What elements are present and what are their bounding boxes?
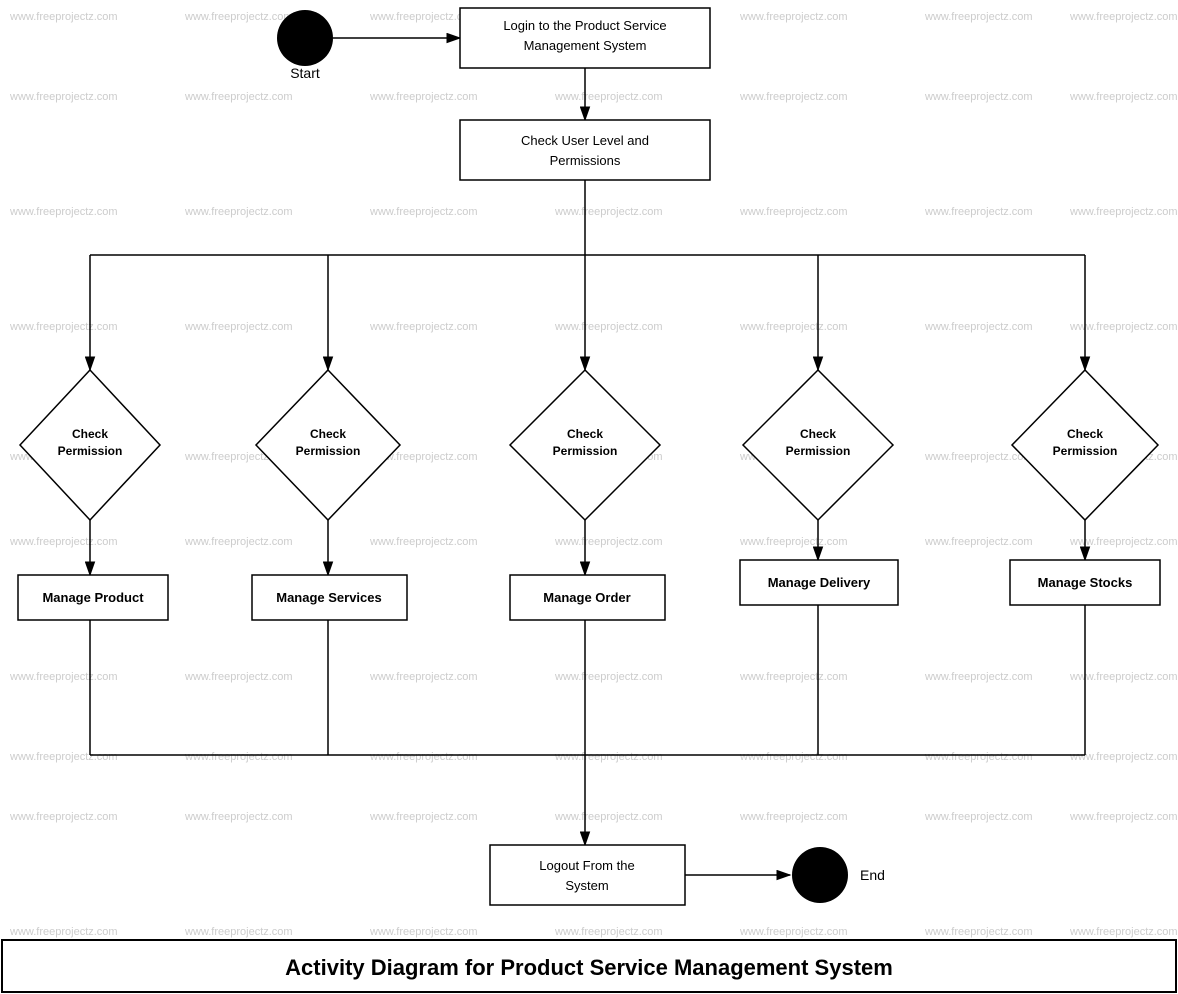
svg-text:www.freeprojectz.com: www.freeprojectz.com xyxy=(184,206,293,218)
svg-text:www.freeprojectz.com: www.freeprojectz.com xyxy=(1069,206,1178,218)
diamond3-text2: Permission xyxy=(553,444,618,458)
svg-text:www.freeprojectz.com: www.freeprojectz.com xyxy=(739,321,848,333)
manage-delivery-text: Manage Delivery xyxy=(768,575,871,590)
diamond3-text1: Check xyxy=(567,427,603,441)
svg-text:www.freeprojectz.com: www.freeprojectz.com xyxy=(924,536,1033,548)
svg-text:www.freeprojectz.com: www.freeprojectz.com xyxy=(554,536,663,548)
start-label: Start xyxy=(290,65,320,81)
svg-text:www.freeprojectz.com: www.freeprojectz.com xyxy=(924,206,1033,218)
svg-text:www.freeprojectz.com: www.freeprojectz.com xyxy=(184,536,293,548)
svg-text:www.freeprojectz.com: www.freeprojectz.com xyxy=(9,11,118,23)
svg-text:www.freeprojectz.com: www.freeprojectz.com xyxy=(1069,91,1178,103)
svg-text:www.freeprojectz.com: www.freeprojectz.com xyxy=(9,321,118,333)
diagram-container: www.freeprojectz.com www.freeprojectz.co… xyxy=(0,0,1178,994)
svg-text:www.freeprojectz.com: www.freeprojectz.com xyxy=(554,751,663,763)
svg-text:www.freeprojectz.com: www.freeprojectz.com xyxy=(554,671,663,683)
end-circle xyxy=(792,847,848,903)
check-perms-text1: Check User Level and xyxy=(521,133,649,148)
svg-text:www.freeprojectz.com: www.freeprojectz.com xyxy=(369,926,478,938)
logout-text2: System xyxy=(565,878,608,893)
svg-text:www.freeprojectz.com: www.freeprojectz.com xyxy=(184,671,293,683)
start-circle xyxy=(277,10,333,66)
svg-text:www.freeprojectz.com: www.freeprojectz.com xyxy=(9,926,118,938)
svg-text:www.freeprojectz.com: www.freeprojectz.com xyxy=(9,751,118,763)
svg-text:www.freeprojectz.com: www.freeprojectz.com xyxy=(369,206,478,218)
check-perms-text2: Permissions xyxy=(550,153,621,168)
svg-text:www.freeprojectz.com: www.freeprojectz.com xyxy=(924,91,1033,103)
svg-text:www.freeprojectz.com: www.freeprojectz.com xyxy=(1069,811,1178,823)
svg-text:www.freeprojectz.com: www.freeprojectz.com xyxy=(554,206,663,218)
login-text-line1: Login to the Product Service xyxy=(503,18,666,33)
svg-text:www.freeprojectz.com: www.freeprojectz.com xyxy=(554,321,663,333)
svg-text:www.freeprojectz.com: www.freeprojectz.com xyxy=(924,671,1033,683)
svg-text:www.freeprojectz.com: www.freeprojectz.com xyxy=(739,91,848,103)
svg-text:www.freeprojectz.com: www.freeprojectz.com xyxy=(924,751,1033,763)
diagram-title: Activity Diagram for Product Service Man… xyxy=(285,955,893,980)
manage-product-text: Manage Product xyxy=(42,590,144,605)
diamond4-text1: Check xyxy=(800,427,836,441)
svg-text:www.freeprojectz.com: www.freeprojectz.com xyxy=(924,11,1033,23)
diamond5-text2: Permission xyxy=(1053,444,1118,458)
diamond2-text2: Permission xyxy=(296,444,361,458)
logout-text1: Logout From the xyxy=(539,858,634,873)
svg-text:www.freeprojectz.com: www.freeprojectz.com xyxy=(924,926,1033,938)
svg-text:www.freeprojectz.com: www.freeprojectz.com xyxy=(369,671,478,683)
svg-text:www.freeprojectz.com: www.freeprojectz.com xyxy=(184,11,293,23)
svg-text:www.freeprojectz.com: www.freeprojectz.com xyxy=(554,926,663,938)
svg-text:www.freeprojectz.com: www.freeprojectz.com xyxy=(9,91,118,103)
svg-text:www.freeprojectz.com: www.freeprojectz.com xyxy=(924,451,1033,463)
svg-text:www.freeprojectz.com: www.freeprojectz.com xyxy=(554,811,663,823)
diamond1-text2: Permission xyxy=(58,444,123,458)
check-perms-box xyxy=(460,120,710,180)
diamond1-text1: Check xyxy=(72,427,108,441)
svg-text:www.freeprojectz.com: www.freeprojectz.com xyxy=(9,536,118,548)
svg-text:www.freeprojectz.com: www.freeprojectz.com xyxy=(924,321,1033,333)
end-label: End xyxy=(860,867,885,883)
svg-text:www.freeprojectz.com: www.freeprojectz.com xyxy=(369,811,478,823)
svg-text:www.freeprojectz.com: www.freeprojectz.com xyxy=(739,751,848,763)
logout-box xyxy=(490,845,685,905)
svg-text:www.freeprojectz.com: www.freeprojectz.com xyxy=(9,206,118,218)
svg-text:www.freeprojectz.com: www.freeprojectz.com xyxy=(369,536,478,548)
svg-text:www.freeprojectz.com: www.freeprojectz.com xyxy=(739,206,848,218)
login-text-line2: Management System xyxy=(524,38,647,53)
svg-text:www.freeprojectz.com: www.freeprojectz.com xyxy=(369,751,478,763)
svg-text:www.freeprojectz.com: www.freeprojectz.com xyxy=(369,321,478,333)
svg-text:www.freeprojectz.com: www.freeprojectz.com xyxy=(9,811,118,823)
svg-text:www.freeprojectz.com: www.freeprojectz.com xyxy=(739,811,848,823)
svg-text:www.freeprojectz.com: www.freeprojectz.com xyxy=(1069,926,1178,938)
manage-services-text: Manage Services xyxy=(276,590,382,605)
diamond2-text1: Check xyxy=(310,427,346,441)
svg-text:www.freeprojectz.com: www.freeprojectz.com xyxy=(739,11,848,23)
manage-order-text: Manage Order xyxy=(543,590,630,605)
manage-stocks-text: Manage Stocks xyxy=(1038,575,1133,590)
diamond5-text1: Check xyxy=(1067,427,1103,441)
diamond4-text2: Permission xyxy=(786,444,851,458)
svg-text:www.freeprojectz.com: www.freeprojectz.com xyxy=(184,926,293,938)
svg-text:www.freeprojectz.com: www.freeprojectz.com xyxy=(739,671,848,683)
svg-text:www.freeprojectz.com: www.freeprojectz.com xyxy=(739,926,848,938)
svg-text:www.freeprojectz.com: www.freeprojectz.com xyxy=(9,671,118,683)
svg-text:www.freeprojectz.com: www.freeprojectz.com xyxy=(1069,11,1178,23)
svg-text:www.freeprojectz.com: www.freeprojectz.com xyxy=(554,91,663,103)
svg-text:www.freeprojectz.com: www.freeprojectz.com xyxy=(924,811,1033,823)
svg-text:www.freeprojectz.com: www.freeprojectz.com xyxy=(184,91,293,103)
svg-text:www.freeprojectz.com: www.freeprojectz.com xyxy=(184,811,293,823)
svg-text:www.freeprojectz.com: www.freeprojectz.com xyxy=(184,751,293,763)
svg-text:www.freeprojectz.com: www.freeprojectz.com xyxy=(184,321,293,333)
svg-text:www.freeprojectz.com: www.freeprojectz.com xyxy=(739,536,848,548)
svg-text:www.freeprojectz.com: www.freeprojectz.com xyxy=(369,91,478,103)
